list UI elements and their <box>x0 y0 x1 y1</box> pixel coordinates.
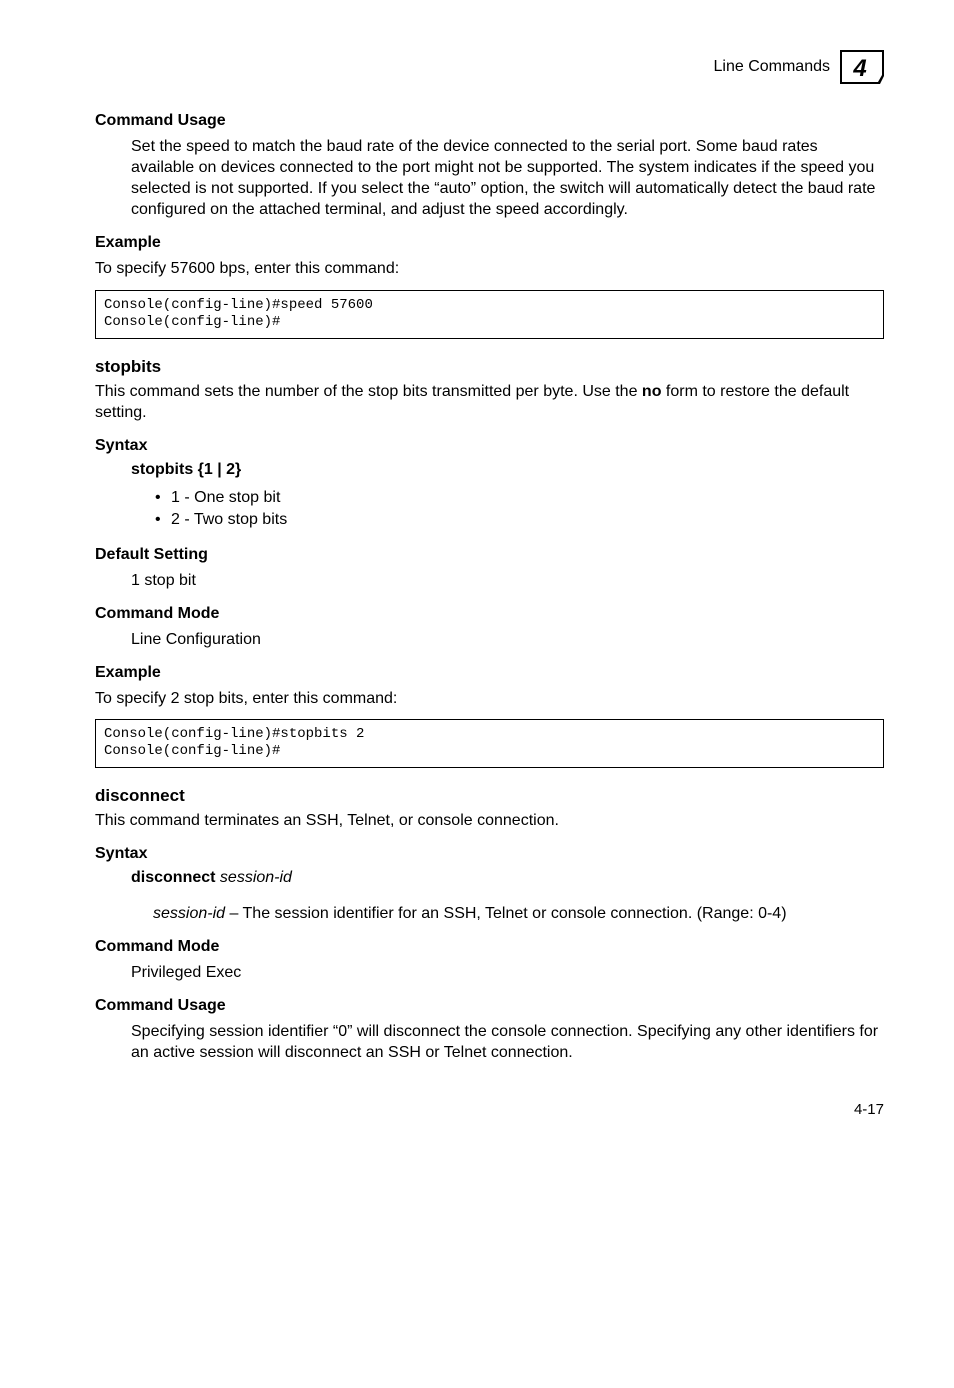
page-header: Line Commands 4 <box>95 50 884 84</box>
chapter-badge-icon: 4 <box>840 50 884 84</box>
list-item: 2 - Two stop bits <box>155 509 884 531</box>
page-number: 4-17 <box>95 1101 884 1118</box>
section-example: Example <box>95 234 884 252</box>
code-block: Console(config-line)#speed 57600 Console… <box>95 290 884 339</box>
code-block: Console(config-line)#stopbits 2 Console(… <box>95 719 884 768</box>
usage-text: Specifying session identifier “0” will d… <box>131 1021 884 1063</box>
bullet-list: 1 - One stop bit 2 - Two stop bits <box>155 487 884 532</box>
section-default-setting: Default Setting <box>95 546 884 564</box>
section-command-usage: Command Usage <box>95 112 884 130</box>
svg-text:4: 4 <box>852 55 866 82</box>
command-stopbits: stopbits <box>95 357 884 377</box>
param-desc: session-id – The session identifier for … <box>153 903 884 924</box>
section-example: Example <box>95 664 884 682</box>
command-disconnect: disconnect <box>95 786 884 806</box>
disconnect-desc: This command terminates an SSH, Telnet, … <box>95 810 884 831</box>
command-usage-text: Set the speed to match the baud rate of … <box>131 136 884 220</box>
example-intro: To specify 57600 bps, enter this command… <box>95 258 884 279</box>
mode-text: Privileged Exec <box>131 962 884 983</box>
section-command-mode: Command Mode <box>95 605 884 623</box>
stopbits-desc: This command sets the number of the stop… <box>95 381 884 423</box>
mode-text: Line Configuration <box>131 629 884 650</box>
syntax-line: disconnect session-id <box>131 869 884 887</box>
section-command-usage: Command Usage <box>95 997 884 1015</box>
default-text: 1 stop bit <box>131 570 884 591</box>
section-command-mode: Command Mode <box>95 938 884 956</box>
syntax-line: stopbits {1 | 2} <box>131 461 884 479</box>
header-title: Line Commands <box>714 58 831 76</box>
section-syntax: Syntax <box>95 845 884 863</box>
list-item: 1 - One stop bit <box>155 487 884 509</box>
example-intro: To specify 2 stop bits, enter this comma… <box>95 688 884 709</box>
section-syntax: Syntax <box>95 437 884 455</box>
